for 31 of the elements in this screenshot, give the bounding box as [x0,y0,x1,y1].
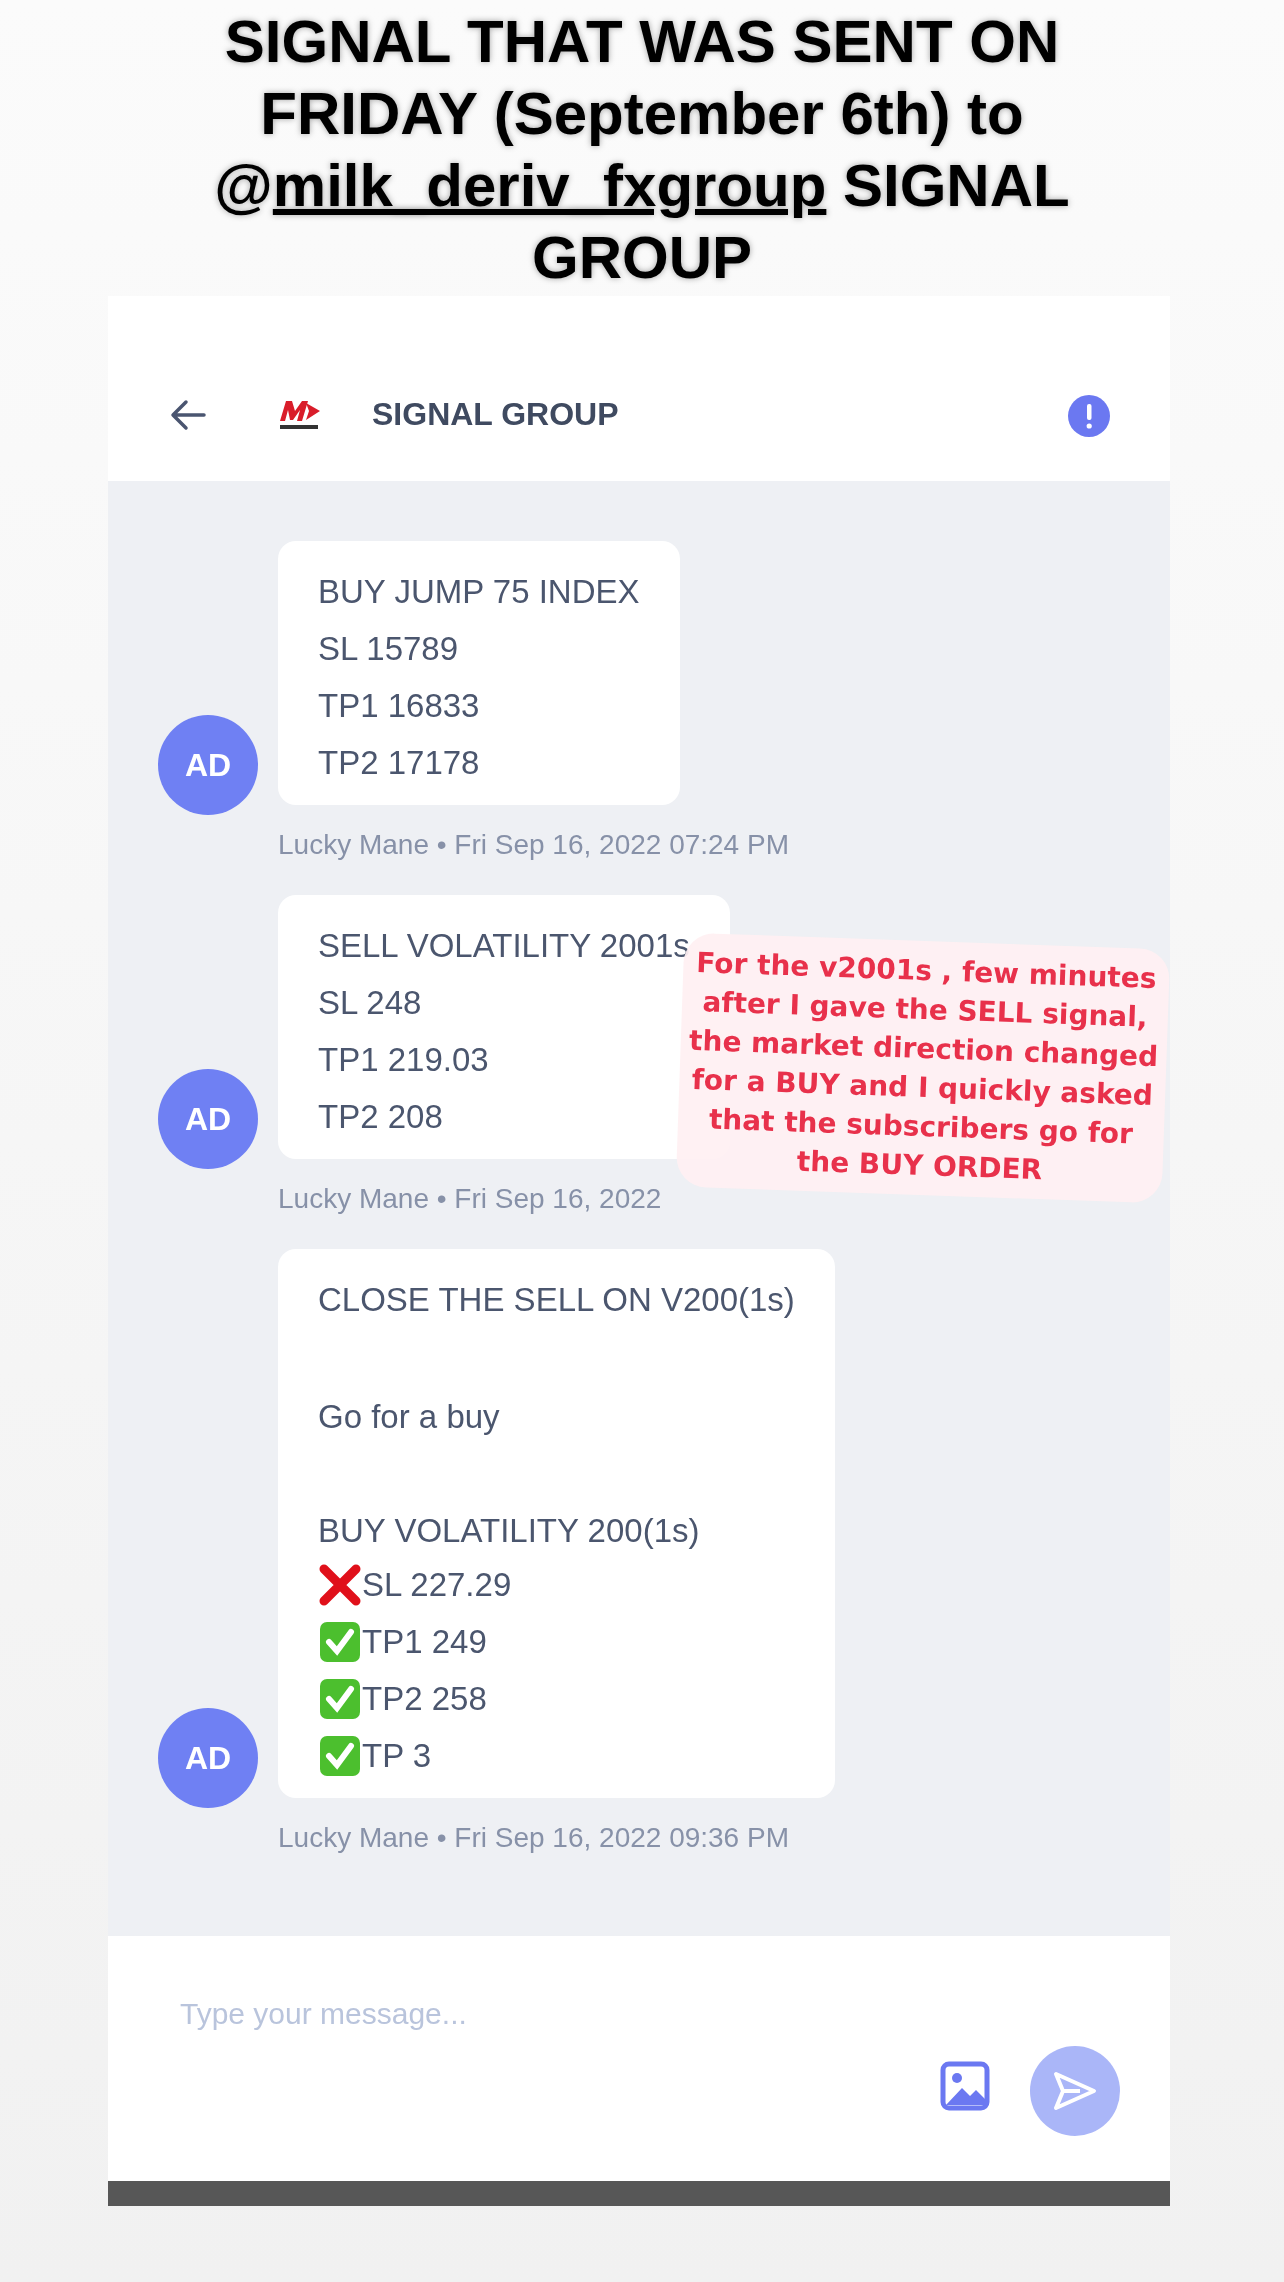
caption-text: SIGNAL THAT WAS SENT ON FRIDAY (September 6th) to @milk_deriv_fxgroup SIGNAL GROUP [213,7,1071,293]
message-text: TP1 16833 [318,686,480,725]
message-text: SL 227.29 [362,1565,512,1604]
checkmark-icon [318,1676,362,1721]
info-icon[interactable] [1068,395,1110,437]
cross-icon [318,1562,362,1607]
message-input[interactable]: Type your message... [178,1996,940,2032]
message-text: Go for a buy [318,1398,500,1436]
message-text: CLOSE THE SELL ON V200(1s) [318,1280,795,1319]
message-text: SELL VOLATILITY 2001s [318,926,690,965]
message-text: TP2 208 [318,1097,443,1136]
message-meta: Lucky Mane • Fri Sep 16, 2022 [278,1183,663,1215]
group-link[interactable]: milk_deriv_fxgroup [272,152,827,219]
message-text: TP2 258 [362,1679,487,1718]
message-text: SL 248 [318,983,422,1022]
checkmark-icon [318,1733,362,1778]
message-meta: Lucky Mane • Fri Sep 16, 2022 07:24 PM [278,829,790,861]
message-text: TP2 17178 [318,743,480,782]
message-text: BUY VOLATILITY 200(1s) [318,1512,700,1550]
avatar: AD [158,715,258,815]
chat-title: SIGNAL GROUP [372,396,619,433]
message-text: SL 15789 [318,629,459,668]
image-icon[interactable] [940,2061,990,2111]
message-text: TP 3 [362,1736,432,1775]
avatar: AD [158,1069,258,1169]
message-text: TP1 249 [362,1622,487,1661]
avatar: AD [158,1708,258,1808]
checkmark-icon [318,1619,362,1664]
message-text: BUY JUMP 75 INDEX [318,572,640,611]
message-text: TP1 219.03 [318,1040,489,1079]
message-meta: Lucky Mane • Fri Sep 16, 2022 09:36 PM [278,1822,790,1854]
